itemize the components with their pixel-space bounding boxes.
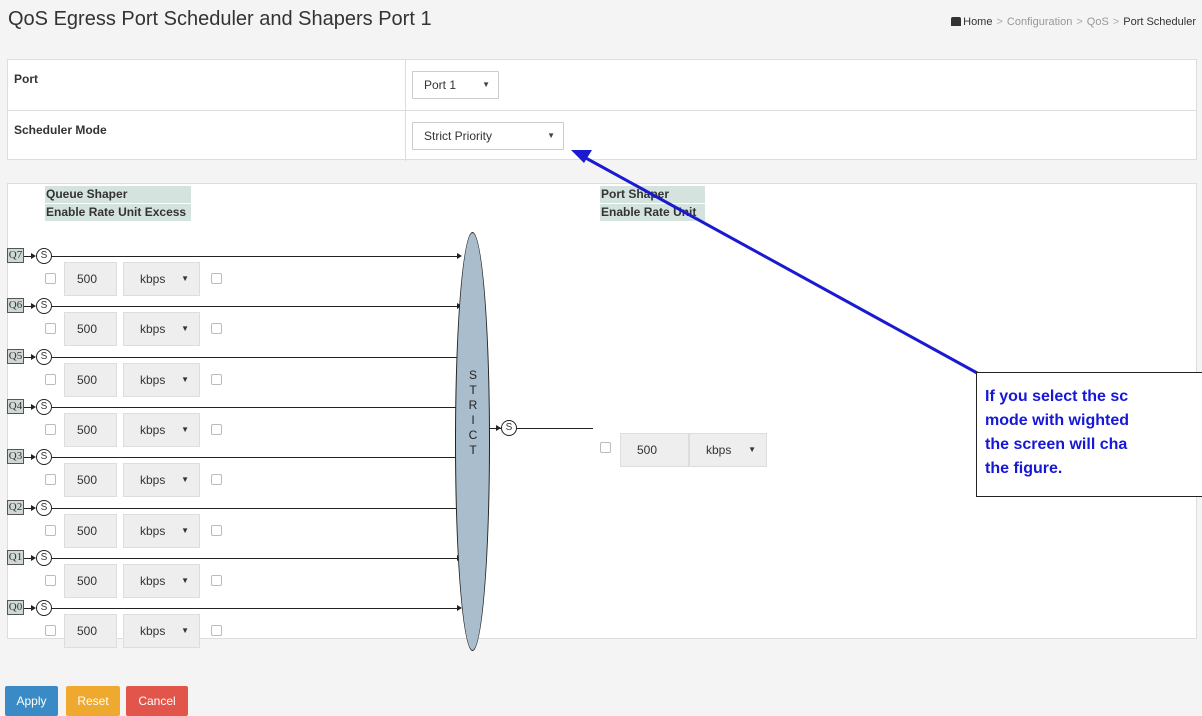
apply-button[interactable]: Apply	[5, 686, 58, 716]
annotation-line: mode with wighted	[985, 412, 1129, 429]
annotation-line: the figure.	[985, 460, 1063, 477]
annotation-arrow	[571, 150, 980, 376]
annotation-line: If you select the sc	[985, 388, 1129, 405]
reset-button[interactable]: Reset	[66, 686, 120, 716]
cancel-button[interactable]: Cancel	[126, 686, 188, 716]
annotation-callout: If you select the sc mode with wighted t…	[976, 372, 1202, 497]
annotation-line: the screen will cha	[985, 436, 1128, 453]
